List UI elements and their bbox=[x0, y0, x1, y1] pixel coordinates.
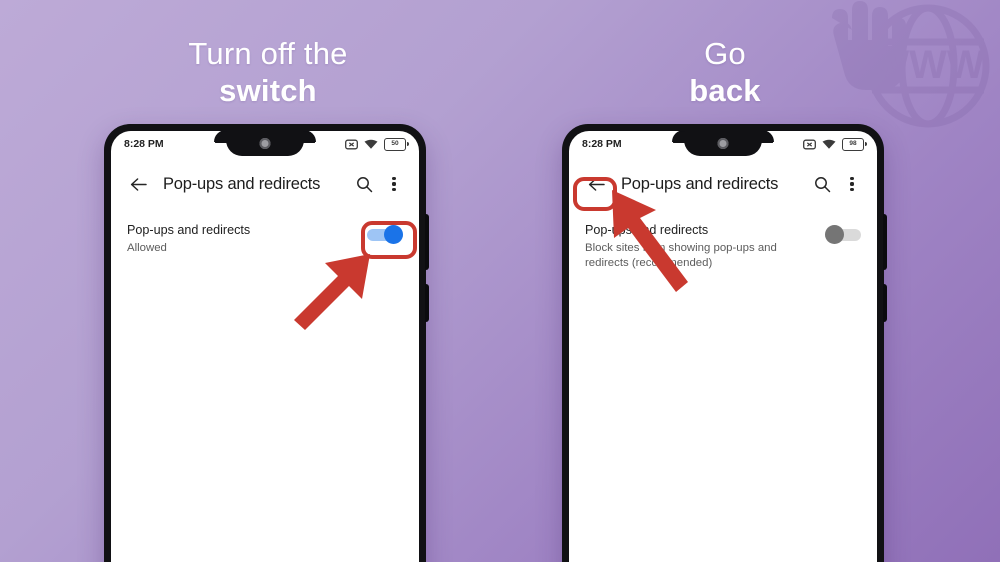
overflow-menu-button[interactable] bbox=[379, 167, 409, 201]
setting-subtitle: Block sites from showing pop-ups and red… bbox=[585, 241, 777, 269]
mute-icon bbox=[345, 139, 358, 149]
toggle-knob bbox=[384, 225, 403, 244]
setting-row[interactable]: Pop-ups and redirects Block sites from s… bbox=[569, 215, 877, 271]
back-button[interactable] bbox=[121, 167, 155, 201]
toggle-switch[interactable] bbox=[367, 225, 403, 244]
app-bar: Pop-ups and redirects bbox=[569, 161, 877, 207]
search-button[interactable] bbox=[349, 167, 379, 201]
mute-icon bbox=[803, 139, 816, 149]
setting-subtitle: Allowed bbox=[127, 241, 167, 254]
phone-screen-right: 8:28 PM 98 Pop-ups and redirects Pop-ups… bbox=[569, 131, 877, 562]
app-bar-title: Pop-ups and redirects bbox=[621, 174, 779, 193]
caption-left-line2: switch bbox=[219, 72, 317, 108]
waterdrop-notch bbox=[215, 131, 315, 156]
search-icon bbox=[356, 176, 372, 192]
setting-row-text: Pop-ups and redirects Allowed bbox=[127, 223, 367, 256]
more-vertical-icon bbox=[392, 176, 396, 192]
setting-row-text: Pop-ups and redirects Block sites from s… bbox=[585, 223, 825, 271]
caption-right-line2: back bbox=[689, 72, 761, 108]
more-vertical-icon bbox=[850, 176, 854, 192]
search-button[interactable] bbox=[807, 167, 837, 201]
status-time: 8:28 PM bbox=[582, 138, 622, 150]
front-camera-icon bbox=[717, 138, 729, 149]
battery-level: 50 bbox=[391, 139, 399, 147]
screenshot-stage: WWW Turn off the switch Go back 8:28 PM bbox=[0, 0, 1000, 562]
battery-icon: 50 bbox=[384, 137, 409, 151]
toggle-switch[interactable] bbox=[825, 225, 861, 244]
setting-title: Pop-ups and redirects bbox=[585, 223, 709, 237]
phone-screen-left: 8:28 PM 50 Pop-ups and redirects Pop-ups… bbox=[111, 131, 419, 562]
app-bar-title: Pop-ups and redirects bbox=[163, 174, 321, 193]
power-button[interactable] bbox=[425, 214, 429, 270]
volume-button[interactable] bbox=[883, 284, 887, 322]
battery-icon: 98 bbox=[842, 137, 867, 151]
back-button[interactable] bbox=[579, 167, 613, 201]
status-icons: 50 bbox=[345, 137, 409, 151]
toggle-knob bbox=[825, 225, 844, 244]
caption-right: Go back bbox=[560, 36, 890, 109]
caption-left-line1: Turn off the bbox=[188, 36, 348, 71]
phone-mockup-left: 8:28 PM 50 Pop-ups and redirects Pop-ups… bbox=[104, 124, 429, 562]
waterdrop-notch bbox=[673, 131, 773, 156]
overflow-menu-button[interactable] bbox=[837, 167, 867, 201]
setting-title: Pop-ups and redirects bbox=[127, 223, 251, 237]
app-bar: Pop-ups and redirects bbox=[111, 161, 419, 207]
status-time: 8:28 PM bbox=[124, 138, 164, 150]
search-icon bbox=[814, 176, 830, 192]
arrow-left-icon bbox=[130, 177, 147, 191]
caption-left: Turn off the switch bbox=[88, 36, 448, 109]
status-icons: 98 bbox=[803, 137, 867, 151]
arrow-left-icon bbox=[588, 177, 605, 191]
front-camera-icon bbox=[259, 138, 271, 149]
volume-button[interactable] bbox=[425, 284, 429, 322]
setting-row[interactable]: Pop-ups and redirects Allowed bbox=[111, 215, 419, 256]
battery-level: 98 bbox=[849, 139, 857, 147]
phone-mockup-right: 8:28 PM 98 Pop-ups and redirects Pop-ups… bbox=[562, 124, 887, 562]
power-button[interactable] bbox=[883, 214, 887, 270]
caption-right-line1: Go bbox=[704, 36, 746, 71]
wifi-icon bbox=[822, 139, 836, 149]
wifi-icon bbox=[364, 139, 378, 149]
